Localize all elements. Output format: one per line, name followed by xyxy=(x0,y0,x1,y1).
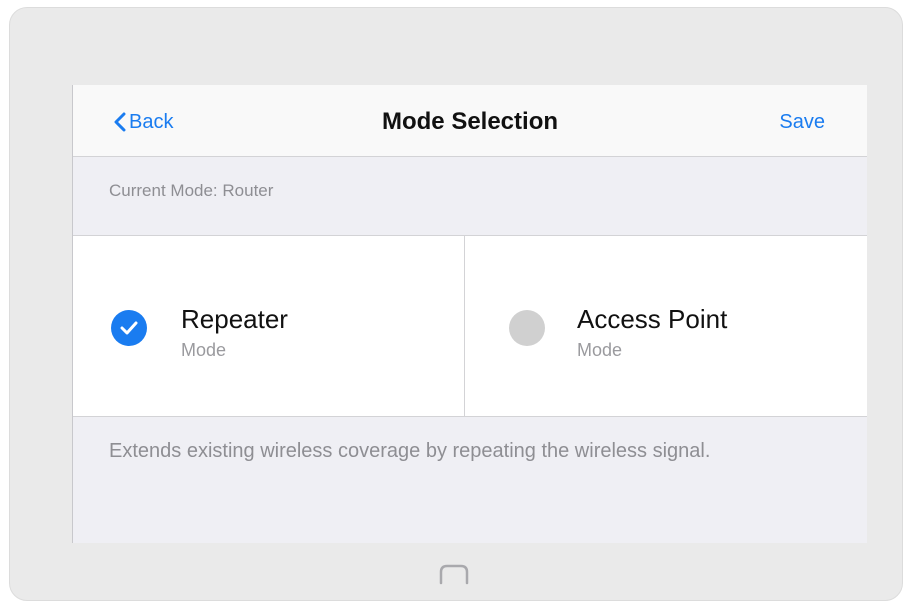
option-title: Access Point xyxy=(577,304,728,334)
option-subtitle: Mode xyxy=(181,340,227,360)
option-subtitle: Mode xyxy=(577,340,623,360)
option-repeater[interactable]: Repeater Mode xyxy=(73,236,465,416)
mode-description: Extends existing wireless coverage by re… xyxy=(109,440,711,462)
option-title: Repeater xyxy=(181,304,288,334)
device-frame: Back Mode Selection Save Current Mode: R… xyxy=(9,7,903,601)
mode-options: Repeater Mode Access Point Mode xyxy=(73,235,867,417)
save-button[interactable]: Save xyxy=(779,107,825,137)
checkmark-icon xyxy=(120,321,138,335)
radio-unselected[interactable] xyxy=(509,310,545,346)
navigation-bar: Back Mode Selection Save xyxy=(73,85,867,157)
home-button-icon[interactable] xyxy=(437,563,471,585)
page-title: Mode Selection xyxy=(381,108,559,135)
radio-selected[interactable] xyxy=(111,310,147,346)
option-access-point[interactable]: Access Point Mode xyxy=(465,236,867,416)
current-mode-label: Current Mode: Router xyxy=(109,181,274,200)
screen: Back Mode Selection Save Current Mode: R… xyxy=(72,85,867,543)
